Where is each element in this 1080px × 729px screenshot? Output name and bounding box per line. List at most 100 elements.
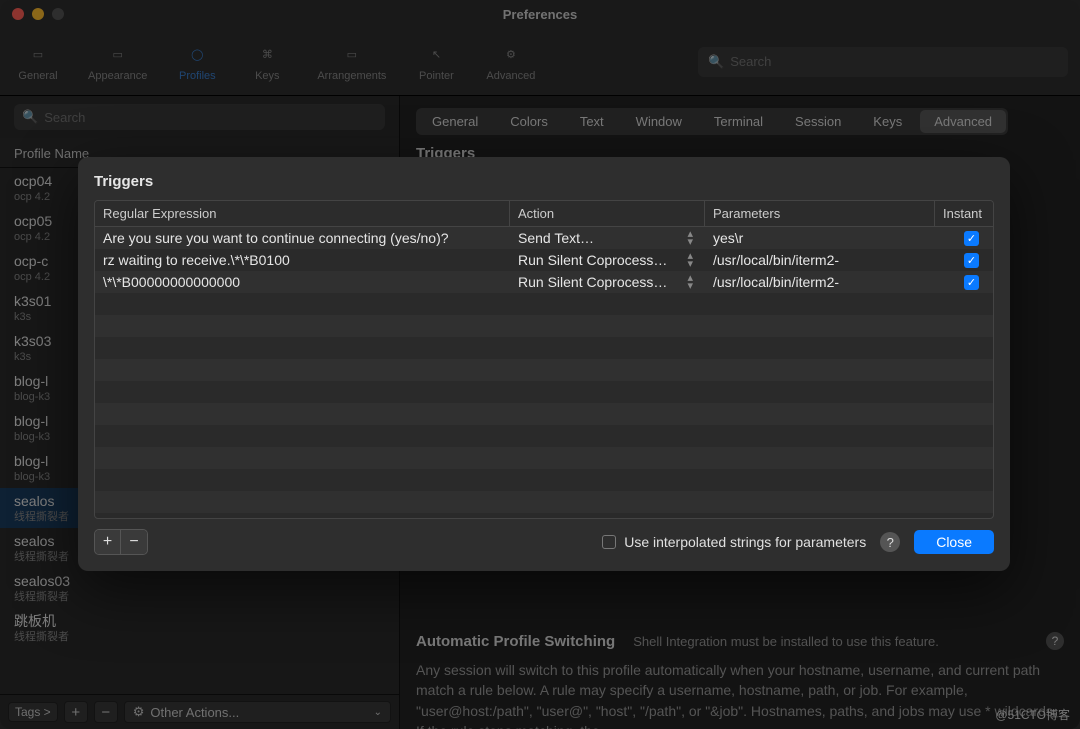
tab-session[interactable]: Session bbox=[781, 110, 855, 133]
tab-colors[interactable]: Colors bbox=[496, 110, 562, 133]
close-button[interactable]: Close bbox=[914, 530, 994, 554]
instant-checkbox[interactable]: ✓ bbox=[964, 253, 979, 268]
cell-params[interactable]: yes\r bbox=[705, 230, 935, 246]
search-icon: 🔍 bbox=[22, 109, 38, 125]
remove-profile-button[interactable]: − bbox=[94, 701, 118, 723]
cell-regex[interactable]: Are you sure you want to continue connec… bbox=[95, 230, 510, 246]
table-row[interactable] bbox=[95, 447, 993, 469]
table-row[interactable] bbox=[95, 403, 993, 425]
dropdown-icon: ▴▾ bbox=[687, 230, 697, 246]
tab-keys[interactable]: Keys bbox=[859, 110, 916, 133]
arrangements-icon: ▭ bbox=[339, 42, 365, 68]
modal-footer: + − Use interpolated strings for paramet… bbox=[94, 529, 994, 555]
gear-icon: ⚙ bbox=[498, 42, 524, 68]
col-params-header[interactable]: Parameters bbox=[705, 201, 935, 226]
cell-instant[interactable]: ✓ bbox=[935, 275, 993, 290]
modal-title: Triggers bbox=[94, 173, 994, 190]
toolbar-label: General bbox=[18, 70, 57, 82]
tab-terminal[interactable]: Terminal bbox=[700, 110, 777, 133]
tab-window[interactable]: Window bbox=[622, 110, 696, 133]
toolbar-appearance[interactable]: ▭Appearance bbox=[82, 38, 153, 86]
help-icon[interactable]: ? bbox=[880, 532, 900, 552]
other-actions-label: Other Actions... bbox=[150, 705, 239, 720]
triggers-table: Regular Expression Action Parameters Ins… bbox=[94, 200, 994, 519]
table-row[interactable] bbox=[95, 337, 993, 359]
cell-params[interactable]: /usr/local/bin/iterm2- bbox=[705, 252, 935, 268]
help-icon[interactable]: ? bbox=[1046, 632, 1064, 650]
cell-params[interactable]: /usr/local/bin/iterm2- bbox=[705, 274, 935, 290]
chevron-down-icon: ⌄ bbox=[374, 707, 382, 718]
toolbar-keys[interactable]: ⌘ Keys bbox=[241, 38, 293, 86]
preferences-window: Preferences ▭General ▭Appearance ◯Profil… bbox=[0, 0, 1080, 729]
keys-icon: ⌘ bbox=[254, 42, 280, 68]
other-actions-dropdown[interactable]: ⚙ Other Actions... ⌄ bbox=[124, 701, 391, 723]
cell-instant[interactable]: ✓ bbox=[935, 253, 993, 268]
profile-item[interactable]: sealos03线程撕裂者 bbox=[0, 568, 399, 608]
toolbar: ▭General ▭Appearance ◯Profiles ⌘Keys ▭Ar… bbox=[0, 28, 1080, 96]
triggers-modal: Triggers Regular Expression Action Param… bbox=[78, 157, 1010, 571]
profile-name: sealos03 bbox=[14, 572, 385, 590]
table-row[interactable]: Are you sure you want to continue connec… bbox=[95, 227, 993, 249]
toolbar-label: Advanced bbox=[486, 70, 535, 82]
sidebar-footer: Tags > + − ⚙ Other Actions... ⌄ bbox=[0, 694, 399, 729]
sidebar-search-input[interactable] bbox=[44, 110, 377, 125]
profiles-icon: ◯ bbox=[184, 42, 210, 68]
cell-action[interactable]: Send Text…▴▾ bbox=[510, 230, 705, 246]
pointer-icon: ↖ bbox=[423, 42, 449, 68]
col-regex-header[interactable]: Regular Expression bbox=[95, 201, 510, 226]
col-action-header[interactable]: Action bbox=[510, 201, 705, 226]
table-body: Are you sure you want to continue connec… bbox=[95, 227, 993, 513]
profile-subtag: 线程撕裂者 bbox=[14, 630, 385, 644]
toolbar-search[interactable]: 🔍 bbox=[698, 47, 1068, 77]
profile-tabs: GeneralColorsTextWindowTerminalSessionKe… bbox=[416, 108, 1008, 135]
cell-action[interactable]: Run Silent Coprocess…▴▾ bbox=[510, 252, 705, 268]
cell-regex[interactable]: \*\*B00000000000000 bbox=[95, 274, 510, 290]
table-row[interactable] bbox=[95, 469, 993, 491]
watermark: @51CTO博客 bbox=[995, 706, 1070, 723]
toolbar-arrangements[interactable]: ▭Arrangements bbox=[311, 38, 392, 86]
profile-item[interactable]: 跳板机线程撕裂者 bbox=[0, 608, 399, 648]
gear-icon: ⚙ bbox=[133, 704, 145, 720]
add-trigger-button[interactable]: + bbox=[95, 530, 121, 554]
table-row[interactable] bbox=[95, 381, 993, 403]
remove-trigger-button[interactable]: − bbox=[121, 530, 147, 554]
profile-name: 跳板机 bbox=[14, 612, 385, 630]
tab-text[interactable]: Text bbox=[566, 110, 618, 133]
tab-advanced[interactable]: Advanced bbox=[920, 110, 1006, 133]
toolbar-label: Keys bbox=[255, 70, 279, 82]
aps-description: Any session will switch to this profile … bbox=[416, 660, 1064, 729]
cell-action[interactable]: Run Silent Coprocess…▴▾ bbox=[510, 274, 705, 290]
toolbar-label: Profiles bbox=[179, 70, 216, 82]
table-row[interactable]: rz waiting to receive.\*\*B0100Run Silen… bbox=[95, 249, 993, 271]
instant-checkbox[interactable]: ✓ bbox=[964, 275, 979, 290]
table-row[interactable] bbox=[95, 491, 993, 513]
window-title: Preferences bbox=[0, 7, 1080, 22]
toolbar-search-input[interactable] bbox=[730, 54, 1058, 69]
toolbar-pointer[interactable]: ↖ Pointer bbox=[410, 38, 462, 86]
tab-general[interactable]: General bbox=[418, 110, 492, 133]
toolbar-label: Pointer bbox=[419, 70, 454, 82]
toolbar-profiles[interactable]: ◯ Profiles bbox=[171, 38, 223, 86]
add-remove-group: + − bbox=[94, 529, 148, 555]
table-row[interactable] bbox=[95, 359, 993, 381]
toolbar-general[interactable]: ▭ General bbox=[12, 38, 64, 86]
profile-subtag: 线程撕裂者 bbox=[14, 590, 385, 604]
tags-button[interactable]: Tags > bbox=[8, 702, 58, 722]
table-row[interactable]: \*\*B00000000000000Run Silent Coprocess…… bbox=[95, 271, 993, 293]
interpolated-label: Use interpolated strings for parameters bbox=[624, 534, 866, 550]
col-instant-header[interactable]: Instant bbox=[935, 201, 993, 226]
aps-note: Shell Integration must be installed to u… bbox=[633, 634, 939, 649]
general-icon: ▭ bbox=[25, 42, 51, 68]
table-row[interactable] bbox=[95, 315, 993, 337]
sidebar-search[interactable]: 🔍 bbox=[14, 104, 385, 130]
toolbar-label: Appearance bbox=[88, 70, 147, 82]
aps-title: Automatic Profile Switching bbox=[416, 633, 615, 650]
toolbar-advanced[interactable]: ⚙ Advanced bbox=[480, 38, 541, 86]
cell-instant[interactable]: ✓ bbox=[935, 231, 993, 246]
table-row[interactable] bbox=[95, 293, 993, 315]
instant-checkbox[interactable]: ✓ bbox=[964, 231, 979, 246]
table-row[interactable] bbox=[95, 425, 993, 447]
add-profile-button[interactable]: + bbox=[64, 701, 88, 723]
cell-regex[interactable]: rz waiting to receive.\*\*B0100 bbox=[95, 252, 510, 268]
interpolated-checkbox[interactable] bbox=[602, 535, 616, 549]
